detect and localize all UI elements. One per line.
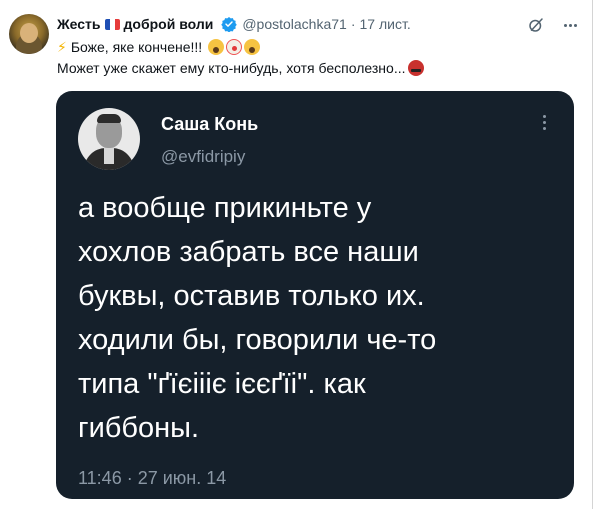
embedded-text-line: хохлов забрать все наши <box>78 236 419 268</box>
face-screaming-emoji-icon <box>208 39 225 55</box>
post-text-1: Боже, яке кончене!!! <box>70 39 203 55</box>
face-with-symbols-on-mouth-emoji-icon <box>407 60 424 76</box>
more-icon[interactable] <box>560 16 580 34</box>
flag-france-icon <box>104 18 120 30</box>
face-screaming-emoji-icon <box>244 39 261 55</box>
author-display-name[interactable]: Жесть доброй воли <box>57 16 238 32</box>
embedded-tweet-text: а вообще прикиньте у хохлов забрать все … <box>78 186 568 450</box>
embedded-text-line: типа "ґїєіііє ієєґїі". как <box>78 368 366 400</box>
embedded-text-line: гиббоны. <box>78 412 200 444</box>
frame-border <box>592 0 593 509</box>
embedded-text-line: ходили бы, говорили че-то <box>78 324 437 356</box>
author-name-prefix: Жесть <box>57 16 101 32</box>
grok-icon[interactable] <box>527 16 545 34</box>
post-date[interactable]: 17 лист. <box>360 16 411 32</box>
embedded-author-name: Саша Конь <box>161 114 259 134</box>
post-header: Жесть доброй воли @postolachka71 · 17 ли… <box>57 14 411 34</box>
embedded-author-handle: @evfidripiy <box>161 147 246 166</box>
post-text-line-1: ⚡ Боже, яке кончене!!! <box>57 37 261 57</box>
embedded-author-avatar <box>78 108 140 170</box>
post-text-line-2: Может уже скажет ему кто-нибудь, хотя бе… <box>57 58 424 78</box>
post-text-2: Может уже скажет ему кто-нибудь, хотя бе… <box>57 60 406 76</box>
embedded-more-icon <box>541 112 547 132</box>
lightning-icon: ⚡ <box>57 39 67 55</box>
author-avatar[interactable] <box>9 14 49 54</box>
embedded-timestamp: 11:46 · 27 июн. 14 <box>78 468 227 488</box>
author-handle[interactable]: @postolachka71 <box>242 16 347 32</box>
embedded-text-line: буквы, оставив только их. <box>78 280 425 312</box>
author-name-suffix: доброй воли <box>123 16 214 32</box>
embedded-tweet-image[interactable]: Саша Конь @evfidripiy а вообще прикиньте… <box>56 91 574 499</box>
verified-badge-icon <box>221 17 238 32</box>
clown-face-emoji-icon <box>226 39 243 55</box>
separator-dot: · <box>350 16 356 32</box>
embedded-text-line: а вообще прикиньте у <box>78 192 372 224</box>
